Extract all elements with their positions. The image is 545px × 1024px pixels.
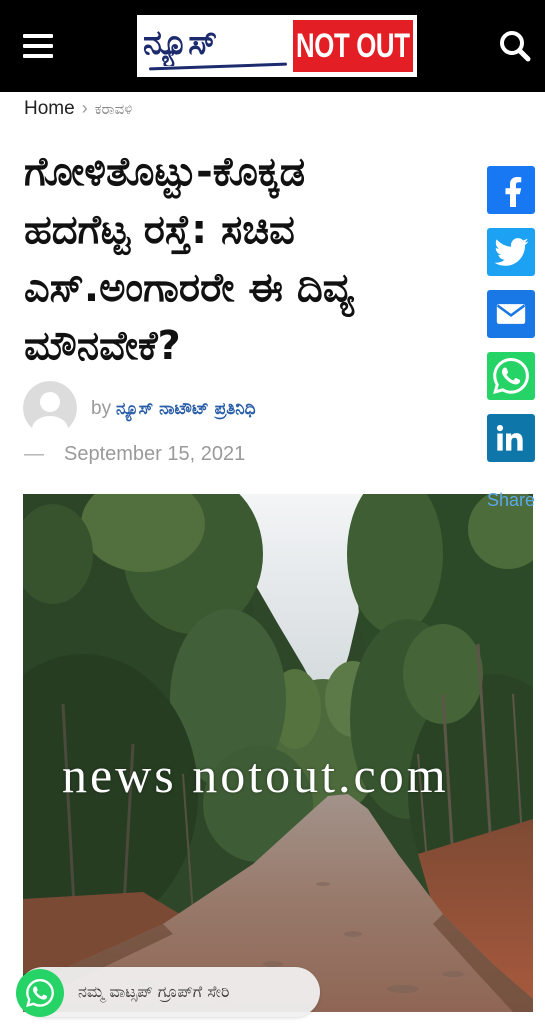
whatsapp-join-label[interactable]: ನಮ್ಮ ವಾಟ್ಸಪ್ ಗ್ರೂಪ್‌ಗೆ ಸೇರಿ <box>78 980 313 1004</box>
whatsapp-icon <box>493 358 529 394</box>
logo-kannada-text: ನ್ಯೂಸ್ <box>143 23 218 63</box>
facebook-icon <box>505 177 522 207</box>
article-title-line: ಹದಗೆಟ್ಟ ರಸ್ತೆ: ಸಚಿವ <box>24 207 295 253</box>
chevron-right-icon: › <box>81 98 88 118</box>
hamburger-menu-icon[interactable] <box>23 34 53 58</box>
site-header: ನ್ಯೂಸ್ NOT OUT <box>0 0 545 92</box>
breadcrumb-category-link[interactable]: ಕರಾವಳಿ <box>95 100 133 118</box>
site-logo[interactable]: ನ್ಯೂಸ್ NOT OUT <box>137 15 417 77</box>
share-whatsapp-button[interactable] <box>487 352 535 400</box>
article-title: ಗೋಳಿತೊಟ್ಟು-ಕೊಕ್ಕಡ ಹದಗೆಟ್ಟ ರಸ್ತೆ: ಸಚಿವ ಎಸ… <box>24 143 539 375</box>
author-prefix: by <box>91 398 112 419</box>
author-avatar[interactable] <box>23 381 77 435</box>
share-facebook-button[interactable] <box>487 166 535 214</box>
share-label[interactable]: Share <box>487 489 535 511</box>
search-button[interactable] <box>498 29 532 63</box>
logo-red-badge: NOT OUT <box>293 20 413 72</box>
breadcrumb: Home › ಕರಾವಳಿ <box>24 96 132 120</box>
menu-bar <box>23 44 53 48</box>
default-avatar-icon <box>23 381 77 435</box>
logo-latin-text: NOT OUT <box>296 27 410 65</box>
article-title-line: ಗೋಳಿತೊಟ್ಟು-ಕೊಕ್ಕಡ <box>24 149 306 195</box>
share-sidebar <box>487 166 535 476</box>
menu-bar <box>23 54 53 58</box>
whatsapp-icon <box>26 979 54 1007</box>
date-dash: — <box>24 443 44 465</box>
twitter-icon <box>494 238 529 266</box>
share-email-button[interactable] <box>487 290 535 338</box>
linkedin-icon <box>496 424 523 451</box>
author-name-link[interactable]: ನ್ಯೂಸ್ ನಾಟೌಟ್ ಪ್ರತಿನಿಧಿ <box>116 397 256 421</box>
publish-date: September 15, 2021 <box>64 443 246 465</box>
email-icon <box>496 304 526 324</box>
article-title-line: ಎಸ್.ಅಂಗಾರರೇ ಈ ದಿವ್ಯ <box>24 265 354 311</box>
article-featured-image: news notout.com <box>23 494 533 1012</box>
article-title-line: ಮೌನವೇಕೆ? <box>24 323 181 369</box>
share-linkedin-button[interactable] <box>487 414 535 462</box>
share-twitter-button[interactable] <box>487 228 535 276</box>
search-icon <box>500 31 531 62</box>
menu-bar <box>23 34 53 38</box>
image-watermark: news notout.com <box>62 747 449 803</box>
breadcrumb-home-link[interactable]: Home <box>24 98 75 119</box>
whatsapp-join-icon-button[interactable] <box>16 969 64 1017</box>
